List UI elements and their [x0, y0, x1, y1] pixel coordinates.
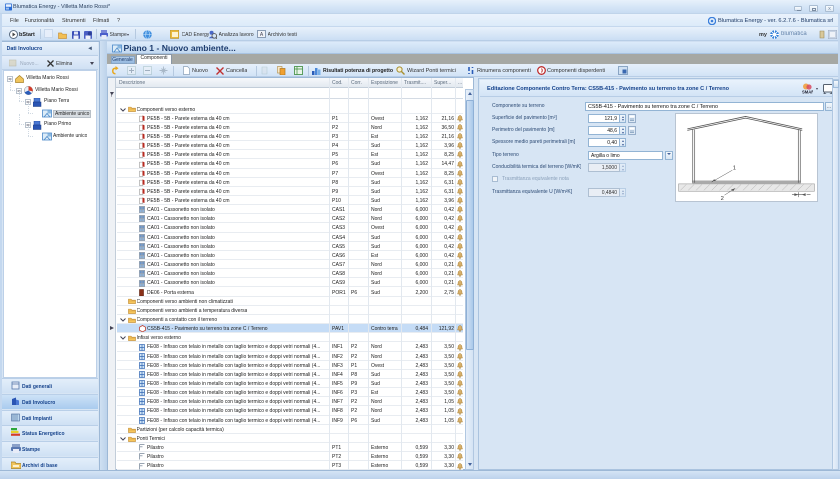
svg-text:SMART: SMART: [802, 89, 813, 94]
svg-text:1: 1: [733, 166, 736, 172]
svg-text:2: 2: [721, 196, 724, 202]
